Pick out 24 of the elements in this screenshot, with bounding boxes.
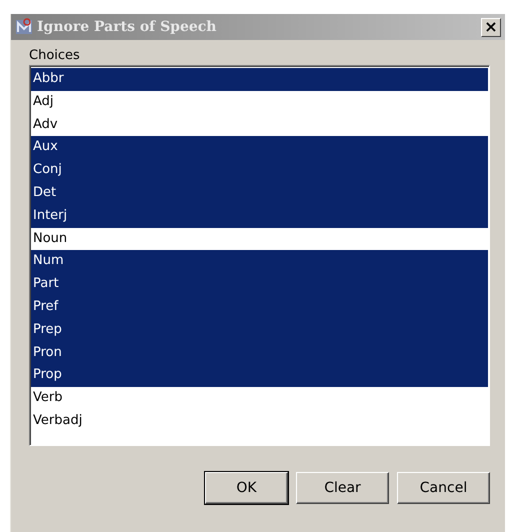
list-item[interactable]: Part [31,273,488,296]
list-item[interactable]: Prop [31,364,488,388]
choices-list[interactable]: Abbr Adj Adv Aux Conj Det Interj Noun Num Part Pref Prep Pron Prop Verb Verbadj [29,65,490,446]
list-item[interactable]: Pref [31,296,488,319]
list-item[interactable]: Num [31,250,488,274]
list-item[interactable]: Abbr [31,68,488,91]
list-item[interactable]: Pron [31,342,488,364]
list-item[interactable]: Conj [31,159,488,182]
list-item[interactable]: Noun [31,228,488,250]
list-item[interactable]: Aux [31,136,488,160]
list-item[interactable]: Verb [31,387,488,410]
close-button[interactable]: × [481,18,501,36]
list-item[interactable]: Prep [31,318,488,342]
window-title: Ignore Parts of Speech [37,19,218,35]
app-icon [15,18,33,36]
dialog-button[interactable]: Clear [296,472,389,504]
list-item[interactable]: Adv [31,114,488,136]
dialog-button[interactable]: Cancel [397,472,490,504]
list-item[interactable]: Adj [31,90,488,114]
dialog-button[interactable]: OK [205,472,288,504]
list-item[interactable]: Verbadj [31,410,488,433]
list-item[interactable]: Det [31,182,488,205]
list-item[interactable]: Interj [31,204,488,228]
list-label: Choices [29,47,81,64]
